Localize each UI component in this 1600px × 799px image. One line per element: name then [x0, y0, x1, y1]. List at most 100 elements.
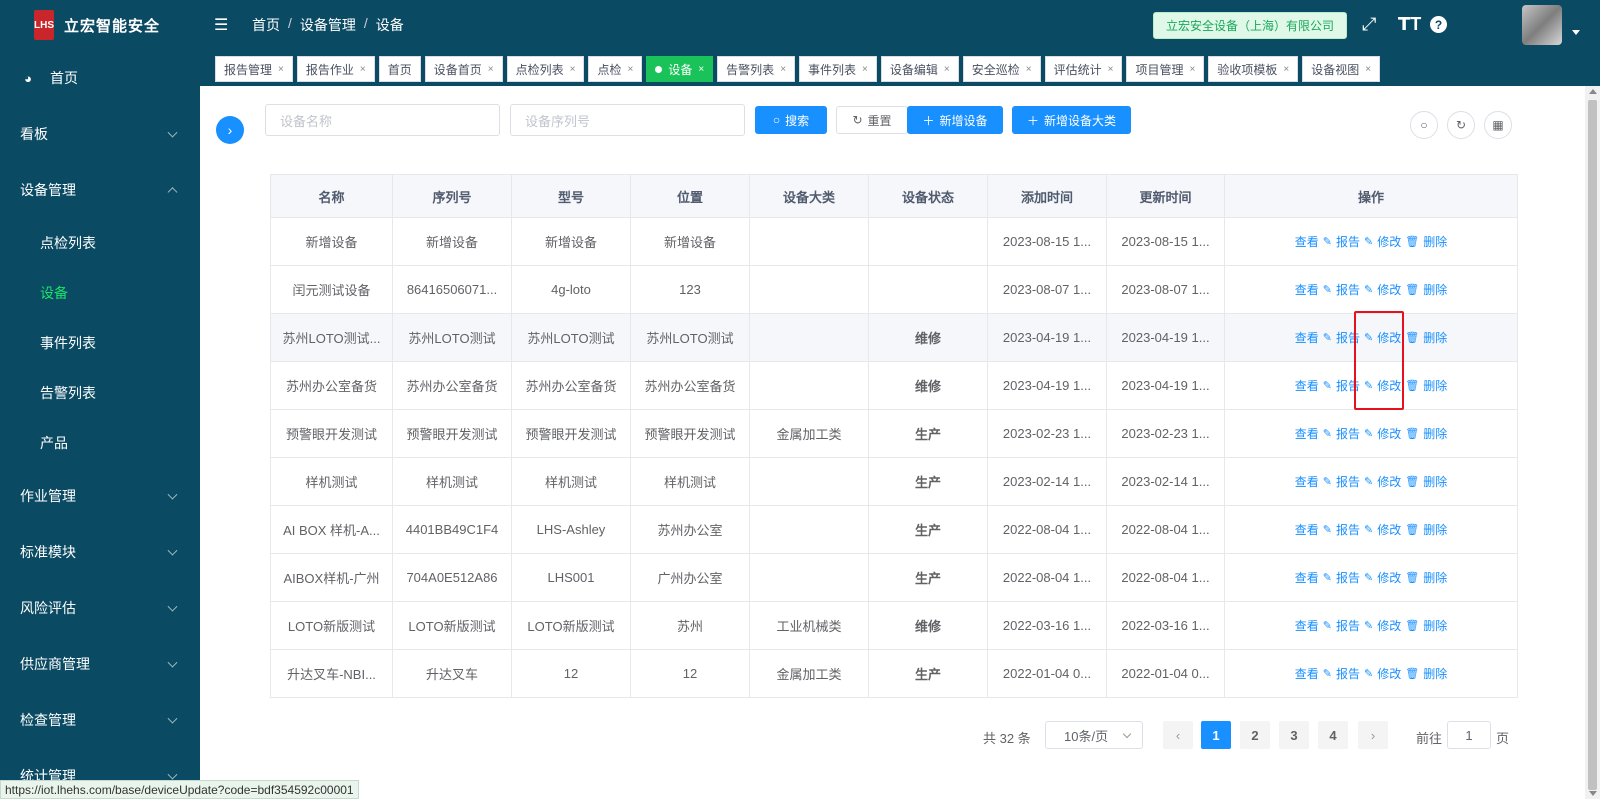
tab-2[interactable]: 首页	[378, 56, 421, 82]
next-page-icon[interactable]: ›	[1358, 721, 1388, 749]
pencil-icon[interactable]: ✎	[1323, 379, 1332, 392]
pencil-icon[interactable]: ✎	[1364, 571, 1373, 584]
page-2[interactable]: 2	[1240, 721, 1270, 749]
prev-page-icon[interactable]: ‹	[1163, 721, 1193, 749]
tab-10[interactable]: 安全巡检 ×	[962, 56, 1041, 82]
pencil-icon[interactable]: ✎	[1323, 427, 1332, 440]
page-3[interactable]: 3	[1279, 721, 1309, 749]
page-size-select[interactable]: 10条/页	[1045, 721, 1143, 749]
view-link[interactable]: 查看	[1295, 377, 1319, 394]
close-icon[interactable]: ×	[1108, 64, 1114, 75]
pencil-icon[interactable]: ✎	[1323, 235, 1332, 248]
delete-link[interactable]: 删除	[1423, 521, 1447, 538]
report-link[interactable]: 报告	[1336, 521, 1360, 538]
tab-1[interactable]: 报告作业 ×	[296, 56, 375, 82]
close-icon[interactable]: ×	[488, 64, 494, 75]
add-device-button[interactable]: ＋ 新增设备	[907, 106, 1003, 134]
edit-link[interactable]: 修改	[1377, 281, 1401, 298]
sidebar-item-0[interactable]: ◕ 首页	[0, 50, 200, 106]
delete-link[interactable]: 删除	[1423, 665, 1447, 682]
pencil-icon[interactable]: ✎	[1364, 283, 1373, 296]
view-link[interactable]: 查看	[1295, 233, 1319, 250]
tab-3[interactable]: 设备首页 ×	[424, 56, 503, 82]
trash-icon[interactable]: 🗑	[1405, 571, 1419, 584]
scroll-up-icon[interactable]	[1589, 89, 1597, 94]
pencil-icon[interactable]: ✎	[1364, 619, 1373, 632]
report-link[interactable]: 报告	[1336, 281, 1360, 298]
tab-11[interactable]: 评估统计 ×	[1044, 56, 1123, 82]
sidebar-item-8[interactable]: 作业管理	[0, 468, 200, 524]
menu-toggle-icon[interactable]: ☰	[214, 15, 230, 35]
edit-link[interactable]: 修改	[1377, 569, 1401, 586]
sidebar-item-2[interactable]: 设备管理	[0, 162, 200, 218]
edit-link[interactable]: 修改	[1377, 473, 1401, 490]
search-button[interactable]: ○ 搜索	[755, 106, 827, 134]
view-link[interactable]: 查看	[1295, 617, 1319, 634]
toggle-search-icon[interactable]: ○	[1410, 111, 1438, 139]
breadcrumb-home[interactable]: 首页	[252, 15, 280, 35]
sidebar-item-3[interactable]: 点检列表	[0, 218, 200, 268]
report-link[interactable]: 报告	[1336, 569, 1360, 586]
close-icon[interactable]: ×	[1365, 64, 1371, 75]
pencil-icon[interactable]: ✎	[1364, 475, 1373, 488]
pencil-icon[interactable]: ✎	[1364, 427, 1373, 440]
delete-link[interactable]: 删除	[1423, 473, 1447, 490]
pencil-icon[interactable]: ✎	[1364, 235, 1373, 248]
close-icon[interactable]: ×	[570, 64, 576, 75]
view-link[interactable]: 查看	[1295, 281, 1319, 298]
view-link[interactable]: 查看	[1295, 329, 1319, 346]
close-icon[interactable]: ×	[360, 64, 366, 75]
sidebar-item-10[interactable]: 风险评估	[0, 580, 200, 636]
table-row[interactable]: AIBOX样机-广州 704A0E512A86 LHS001 广州办公室 生产 2022-…	[270, 553, 1518, 602]
view-link[interactable]: 查看	[1295, 569, 1319, 586]
table-row[interactable]: 新增设备 新增设备 新增设备 新增设备 2023-08-15 1... 2023-08-1…	[270, 217, 1518, 266]
sidebar-item-11[interactable]: 供应商管理	[0, 636, 200, 692]
trash-icon[interactable]: 🗑	[1405, 619, 1419, 632]
delete-link[interactable]: 删除	[1423, 233, 1447, 250]
font-size-icon[interactable]: ꓔT	[1398, 14, 1421, 35]
tab-9[interactable]: 设备编辑 ×	[880, 56, 959, 82]
delete-link[interactable]: 删除	[1423, 281, 1447, 298]
close-icon[interactable]: ×	[1189, 64, 1195, 75]
add-device-category-button[interactable]: ＋ 新增设备大类	[1012, 106, 1131, 134]
pencil-icon[interactable]: ✎	[1323, 523, 1332, 536]
tab-7[interactable]: 告警列表 ×	[717, 56, 796, 82]
page-4[interactable]: 4	[1318, 721, 1348, 749]
view-link[interactable]: 查看	[1295, 521, 1319, 538]
sidebar-item-5[interactable]: 事件列表	[0, 318, 200, 368]
pencil-icon[interactable]: ✎	[1323, 475, 1332, 488]
view-link[interactable]: 查看	[1295, 473, 1319, 490]
vertical-scrollbar[interactable]	[1585, 86, 1600, 799]
device-name-input[interactable]: 设备名称	[265, 104, 500, 136]
pencil-icon[interactable]: ✎	[1323, 283, 1332, 296]
tab-8[interactable]: 事件列表 ×	[799, 56, 877, 82]
trash-icon[interactable]: 🗑	[1405, 667, 1419, 680]
pencil-icon[interactable]: ✎	[1364, 667, 1373, 680]
sidebar-item-6[interactable]: 告警列表	[0, 368, 200, 418]
edit-link[interactable]: 修改	[1377, 521, 1401, 538]
trash-icon[interactable]: 🗑	[1405, 523, 1419, 536]
refresh-table-icon[interactable]: ↻	[1447, 111, 1475, 139]
delete-link[interactable]: 删除	[1423, 569, 1447, 586]
help-icon[interactable]: ?	[1430, 16, 1447, 33]
tab-6[interactable]: 设备 ×	[646, 56, 714, 82]
trash-icon[interactable]: 🗑	[1405, 379, 1419, 392]
pencil-icon[interactable]: ✎	[1364, 523, 1373, 536]
sidebar-item-7[interactable]: 产品	[0, 418, 200, 468]
table-row[interactable]: 升达叉车-NBI... 升达叉车 12 12 金属加工类 生产 2022-01-04 0..…	[270, 649, 1518, 698]
table-row[interactable]: 闰元测试设备 86416506071... 4g-loto 123 2023-08-07…	[270, 265, 1518, 314]
sidebar-item-9[interactable]: 标准模块	[0, 524, 200, 580]
pencil-icon[interactable]: ✎	[1323, 331, 1332, 344]
scroll-down-icon[interactable]	[1589, 791, 1597, 796]
tab-0[interactable]: 报告管理 ×	[215, 56, 293, 82]
company-selector[interactable]: 立宏安全设备（上海）有限公司	[1153, 12, 1348, 39]
device-serial-input[interactable]: 设备序列号	[510, 104, 745, 136]
table-row[interactable]: 苏州LOTO测试... 苏州LOTO测试 苏州LOTO测试 苏州LOTO测试 维修 202…	[270, 313, 1518, 362]
close-icon[interactable]: ×	[627, 64, 633, 75]
close-icon[interactable]: ×	[278, 64, 284, 75]
report-link[interactable]: 报告	[1336, 473, 1360, 490]
tab-14[interactable]: 设备视图 ×	[1302, 56, 1381, 82]
goto-page-input[interactable]: 1	[1447, 721, 1491, 749]
sidebar-item-4[interactable]: 设备	[0, 268, 200, 318]
close-icon[interactable]: ×	[698, 64, 704, 75]
